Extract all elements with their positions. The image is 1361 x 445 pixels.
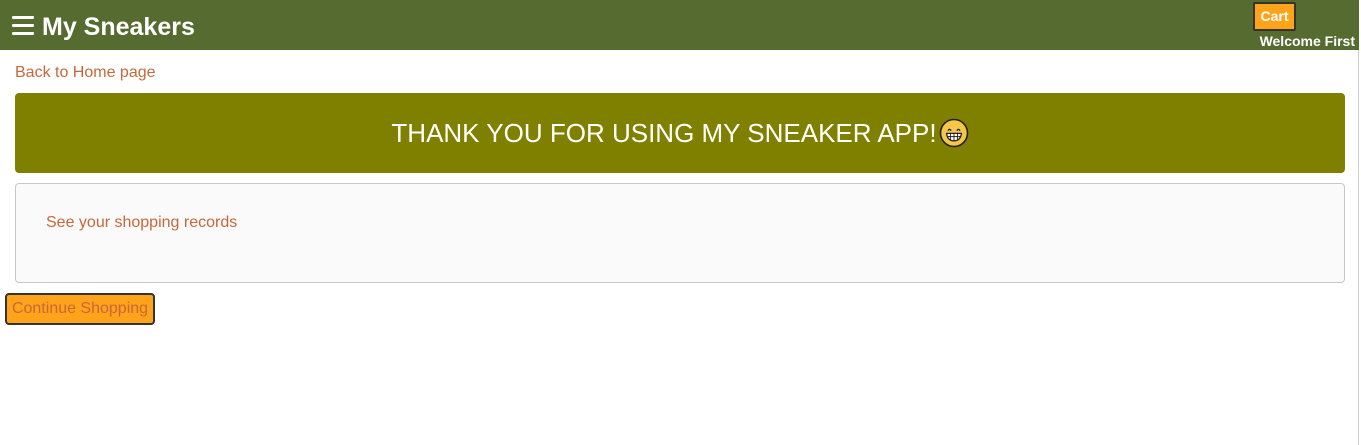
thank-you-message-text: THANK YOU FOR USING MY SNEAKER APP!: [391, 117, 937, 148]
cart-button[interactable]: Cart: [1253, 2, 1296, 31]
thank-you-banner: THANK YOU FOR USING MY SNEAKER APP!: [15, 93, 1345, 173]
brand-title[interactable]: My Sneakers: [42, 12, 195, 42]
top-navbar: My Sneakers Cart Welcome First: [0, 0, 1359, 50]
continue-shopping-button[interactable]: Continue Shopping: [5, 293, 155, 325]
shopping-records-link[interactable]: See your shopping records: [46, 214, 237, 232]
welcome-text: Welcome First: [1259, 33, 1355, 49]
hamburger-menu-icon[interactable]: [11, 12, 35, 38]
grinning-face-icon: [939, 118, 968, 148]
back-to-home-link[interactable]: Back to Home page: [15, 64, 156, 82]
thank-you-message: THANK YOU FOR USING MY SNEAKER APP!: [391, 118, 968, 148]
page: My Sneakers Cart Welcome First Back to H…: [0, 0, 1359, 445]
shopping-records-card: See your shopping records: [15, 183, 1345, 283]
